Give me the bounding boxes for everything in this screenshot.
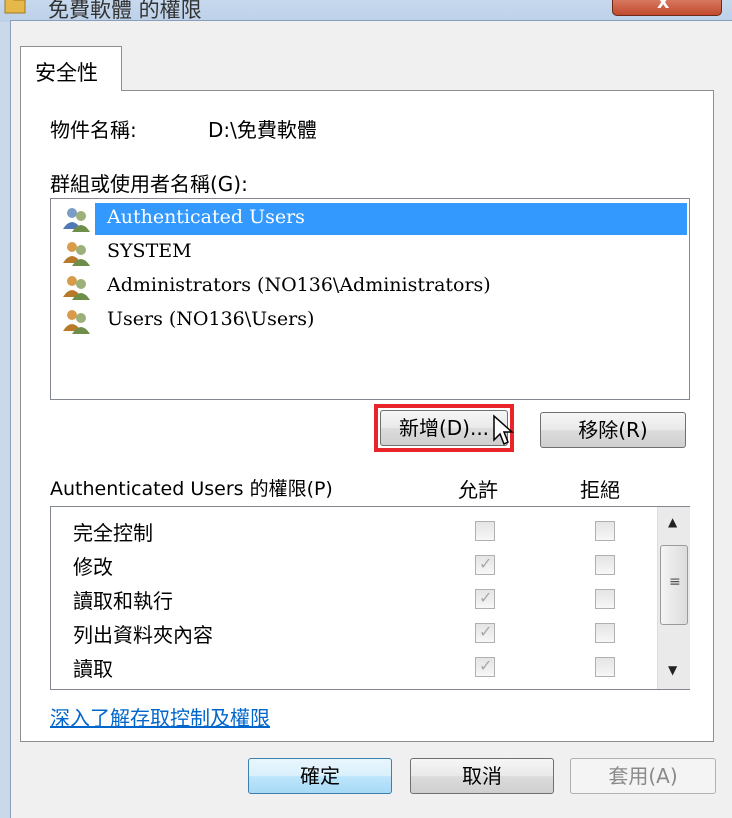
allow-header: 允許: [458, 478, 498, 502]
list-item-label: Administrators (NO136\Administrators): [107, 274, 491, 296]
check-icon: ✓: [479, 656, 493, 675]
permissions-dialog: 免費軟體 的權限 X 安全性 物件名稱: D:\免費軟體 群組或使用者名稱(G)…: [0, 0, 732, 818]
permission-row: 修改 ✓: [51, 547, 651, 581]
object-name-label: 物件名稱:: [50, 118, 137, 142]
apply-button[interactable]: 套用(A): [570, 758, 716, 794]
permission-row: 讀取和執行 ✓: [51, 581, 651, 615]
permission-name: 完全控制: [73, 521, 153, 545]
tab-security[interactable]: 安全性: [20, 46, 122, 91]
allow-checkbox[interactable]: ✓: [475, 622, 495, 643]
deny-checkbox[interactable]: [595, 555, 615, 575]
allow-checkbox[interactable]: ✓: [475, 656, 495, 677]
groups-listbox[interactable]: Authenticated Users SYSTEM Administrator…: [50, 198, 690, 400]
permission-name: 讀取: [73, 657, 113, 681]
users-icon: [63, 242, 90, 266]
permission-row: 讀取 ✓: [51, 649, 651, 683]
deny-checkbox[interactable]: [595, 623, 615, 643]
permission-name: 列出資料夾內容: [73, 623, 213, 647]
check-icon: ✓: [479, 588, 493, 607]
list-item[interactable]: Users (NO136\Users): [59, 305, 687, 337]
close-icon: X: [657, 0, 670, 12]
users-icon: [63, 276, 90, 300]
permission-row: 完全控制: [51, 513, 651, 547]
check-icon: ✓: [479, 622, 493, 641]
permission-name: 讀取和執行: [73, 589, 173, 613]
close-button[interactable]: X: [612, 0, 722, 16]
permissions-label: Authenticated Users 的權限(P): [50, 478, 333, 500]
help-link[interactable]: 深入了解存取控制及權限: [50, 702, 270, 731]
allow-checkbox[interactable]: [475, 521, 495, 541]
remove-button[interactable]: 移除(R): [540, 412, 686, 448]
scroll-down-icon[interactable]: ▼: [668, 663, 677, 677]
scrollbar-thumb[interactable]: ≡: [660, 545, 688, 625]
permission-row: 列出資料夾內容 ✓: [51, 615, 651, 649]
groups-label: 群組或使用者名稱(G):: [50, 172, 248, 196]
list-item-label: Users (NO136\Users): [107, 308, 315, 330]
allow-checkbox[interactable]: ✓: [475, 554, 495, 575]
title-bar: 免費軟體 的權限 X: [0, 0, 732, 22]
list-item-label: Authenticated Users: [107, 206, 305, 228]
ok-button[interactable]: 確定: [248, 758, 392, 794]
allow-checkbox[interactable]: ✓: [475, 588, 495, 609]
deny-header: 拒絕: [580, 478, 620, 502]
users-icon: [63, 208, 90, 232]
check-icon: ✓: [479, 554, 493, 573]
list-item[interactable]: Administrators (NO136\Administrators): [59, 271, 687, 303]
permissions-list: 完全控制 修改 ✓ 讀取和執行 ✓ 列出資料夾內容 ✓ 讀取 ✓ ▲ ≡ ▼: [50, 506, 690, 690]
mouse-cursor-icon: [493, 414, 514, 446]
scrollbar[interactable]: ▲ ≡ ▼: [657, 507, 690, 689]
folder-icon: [4, 0, 26, 14]
deny-checkbox[interactable]: [595, 589, 615, 609]
list-item[interactable]: SYSTEM: [59, 237, 687, 269]
object-name-value: D:\免費軟體: [208, 118, 317, 142]
users-icon: [63, 310, 90, 334]
grip-icon: ≡: [669, 574, 681, 590]
deny-checkbox[interactable]: [595, 657, 615, 677]
deny-checkbox[interactable]: [595, 521, 615, 541]
tab-security-label: 安全性: [35, 61, 98, 85]
cancel-button[interactable]: 取消: [410, 758, 554, 794]
permission-name: 修改: [73, 555, 113, 579]
list-item[interactable]: Authenticated Users: [59, 203, 687, 235]
list-item-label: SYSTEM: [107, 240, 192, 262]
scroll-up-icon[interactable]: ▲: [668, 515, 677, 529]
